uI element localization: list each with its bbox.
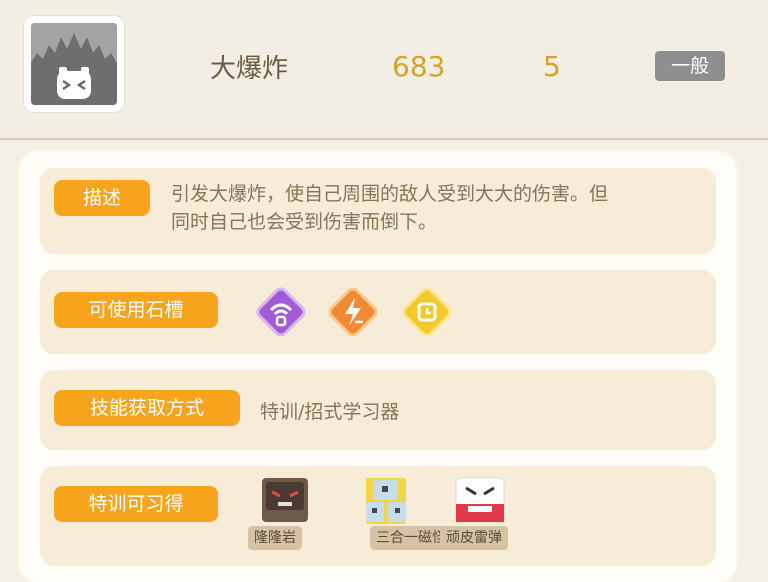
move-name: 大爆炸 — [210, 54, 289, 84]
description-text: 引发大爆炸，使自己周围的敌人受到大大的伤害。但 同时自己也会受到伤害而倒下。 — [171, 180, 701, 236]
acquire-method: 特训/招式学习器 — [260, 401, 400, 423]
acquire-section: 技能获取方式 特训/招式学习器 — [40, 370, 716, 450]
pokemon-electrode[interactable]: 顽皮雷弹 — [440, 474, 516, 554]
move-power: 683 — [392, 50, 446, 83]
move-icon-frame — [24, 16, 124, 112]
description-label: 描述 — [54, 180, 150, 216]
pokemon-golem[interactable]: 隆隆岩 — [248, 474, 324, 554]
move-wait-time: 5 — [543, 50, 561, 83]
pokemon-magneton[interactable]: 三合一磁怪 — [330, 474, 452, 554]
pokemon-name: 顽皮雷弹 — [440, 526, 508, 550]
magneton-icon — [366, 478, 406, 524]
stone-slots-label: 可使用石槽 — [54, 292, 218, 328]
timer-slot-icon — [399, 284, 455, 340]
stone-slots-section: 可使用石槽 — [40, 270, 716, 354]
lightning-slot-icon — [325, 284, 381, 340]
electrode-icon — [455, 477, 505, 523]
description-section: 描述 引发大爆炸，使自己周围的敌人受到大大的伤害。但 同时自己也会受到伤害而倒下… — [40, 168, 716, 254]
move-header: 大爆炸 683 5 一般 — [0, 0, 768, 140]
explosion-move-icon — [31, 23, 117, 105]
golem-icon — [262, 478, 308, 522]
acquire-label: 技能获取方式 — [54, 390, 240, 426]
learners-label: 特训可习得 — [54, 486, 218, 522]
wifi-slot-icon — [253, 284, 309, 340]
pokemon-name: 隆隆岩 — [248, 526, 302, 550]
learners-section: 特训可习得 隆隆岩 三合一磁怪 顽皮雷弹 — [40, 466, 716, 566]
description-line-1: 引发大爆炸，使自己周围的敌人受到大大的伤害。但 — [171, 183, 609, 205]
description-line-2: 同时自己也会受到伤害而倒下。 — [171, 211, 438, 233]
type-badge: 一般 — [655, 51, 725, 81]
